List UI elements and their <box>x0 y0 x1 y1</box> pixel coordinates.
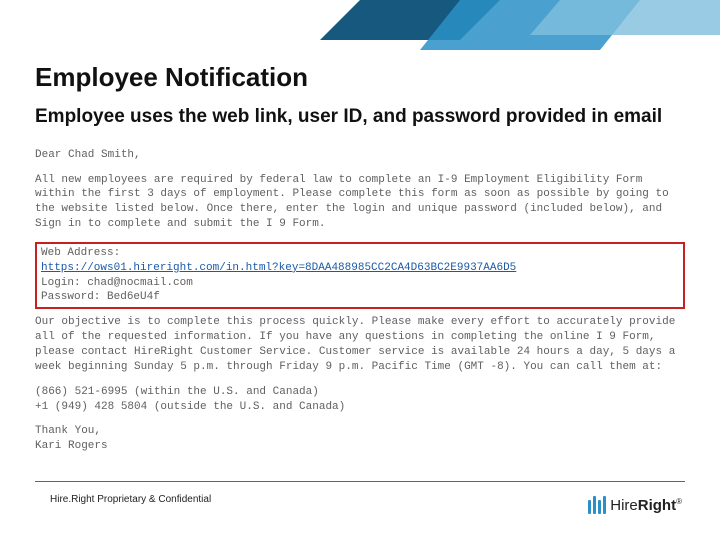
email-body: Dear Chad Smith, All new employees are r… <box>35 148 685 454</box>
footer-rule <box>35 481 685 482</box>
phone-intl: +1 (949) 428 5804 (outside the U.S. and … <box>35 400 685 415</box>
logo-text: HireRight® <box>610 497 682 514</box>
phone-us: (866) 521-6995 (within the U.S. and Cana… <box>35 385 685 400</box>
header-decoration <box>300 0 720 60</box>
closing-name: Kari Rogers <box>35 439 685 454</box>
web-address-label: Web Address: <box>41 246 679 261</box>
closing-thanks: Thank You, <box>35 424 685 439</box>
password-line: Password: Bed6eU4f <box>41 290 679 305</box>
slide-content: Employee Notification Employee uses the … <box>35 62 685 454</box>
web-address-link[interactable]: https://ows01.hireright.com/in.html?key=… <box>41 262 516 274</box>
logo-bars-icon <box>588 496 606 514</box>
slide-subtitle: Employee uses the web link, user ID, and… <box>35 105 685 130</box>
credentials-box: Web Address: https://ows01.hireright.com… <box>35 242 685 309</box>
login-line: Login: chad@nocmail.com <box>41 276 679 291</box>
logo-second: Right <box>638 497 676 514</box>
logo-first: Hire <box>610 497 638 514</box>
footer-text: Hire.Right Proprietary & Confidential <box>50 494 211 505</box>
email-greeting: Dear Chad Smith, <box>35 148 685 163</box>
email-body2: Our objective is to complete this proces… <box>35 315 685 374</box>
hireright-logo: HireRight® <box>588 496 682 514</box>
slide-title: Employee Notification <box>35 62 685 93</box>
email-intro: All new employees are required by federa… <box>35 173 685 232</box>
